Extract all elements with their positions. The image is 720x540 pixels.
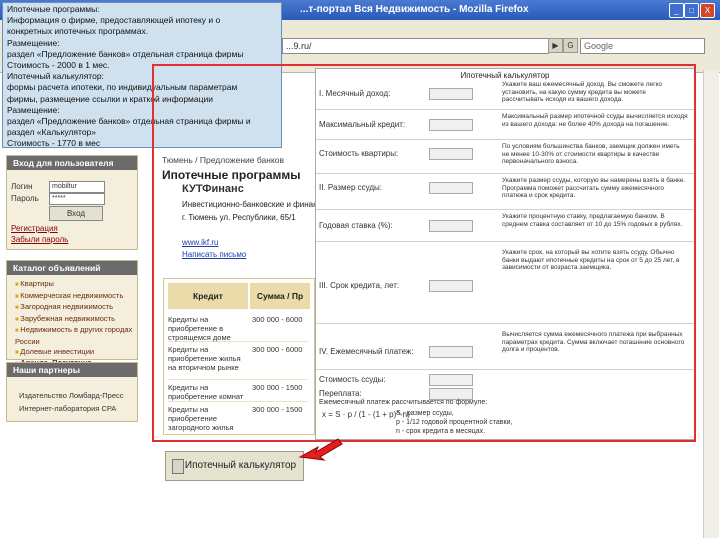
window-title: ...т-портал Вся Недвижимость - Mozilla F… bbox=[300, 4, 529, 15]
login-panel: Вход для пользователя Логин mobiltur Пар… bbox=[6, 155, 138, 250]
password-field[interactable]: ***** bbox=[49, 193, 105, 205]
partner-link[interactable]: Издательство Ломбард-Пресс bbox=[19, 391, 124, 400]
mortgage-calculator-label: Ипотечный калькулятор bbox=[184, 460, 297, 471]
address-bar[interactable]: ...9.ru/ bbox=[282, 38, 549, 54]
catalog-list: Квартиры Коммерческая недвижимость Загор… bbox=[15, 279, 137, 370]
catalog-item[interactable]: Загородная недвижимость bbox=[15, 302, 137, 314]
tooltip-line: Информация о фирме, предоставляющей ипот… bbox=[7, 15, 221, 26]
mortgage-calculator-button[interactable]: Ипотечный калькулятор bbox=[165, 451, 304, 481]
tooltip-line: конкретных ипотечных программах. bbox=[7, 26, 149, 37]
minimize-button[interactable]: _ bbox=[669, 3, 684, 18]
partners-title: Наши партнеры bbox=[7, 363, 137, 377]
close-button[interactable]: X bbox=[700, 3, 715, 18]
search-input[interactable]: Google bbox=[580, 38, 705, 54]
maximize-button[interactable]: □ bbox=[684, 3, 699, 18]
login-button[interactable]: Вход bbox=[49, 206, 103, 221]
partner-link[interactable]: Интернет-лаборатория CPA bbox=[19, 404, 116, 413]
password-label: Пароль bbox=[11, 194, 39, 203]
tooltip-line: Размещение: bbox=[7, 37, 60, 48]
login-panel-title: Вход для пользователя bbox=[7, 156, 137, 170]
catalog-item[interactable]: Зарубежная недвижимость bbox=[15, 314, 137, 326]
partners-panel: Наши партнеры Издательство Ломбард-Пресс… bbox=[6, 362, 138, 422]
tooltip-line: раздел «Предложение банков» отдельная ст… bbox=[7, 48, 244, 59]
google-icon[interactable]: G bbox=[563, 38, 578, 53]
page-scrollbar[interactable] bbox=[703, 70, 719, 538]
tooltip-line: Ипотечные программы: bbox=[7, 4, 100, 14]
catalog-title: Каталог объявлений bbox=[7, 261, 137, 275]
register-link[interactable]: Регистрация bbox=[11, 224, 58, 233]
forgot-password-link[interactable]: Забыли пароль bbox=[11, 235, 68, 244]
red-arrow-icon bbox=[298, 438, 343, 461]
catalog-item[interactable]: Коммерческая недвижимость bbox=[15, 291, 137, 303]
catalog-panel: Каталог объявлений Квартиры Коммерческая… bbox=[6, 260, 138, 367]
highlight-frame bbox=[152, 64, 696, 442]
calculator-icon bbox=[172, 459, 184, 474]
login-field[interactable]: mobiltur bbox=[49, 181, 105, 193]
catalog-item[interactable]: Квартиры bbox=[15, 279, 137, 291]
go-icon[interactable]: ▶ bbox=[548, 38, 563, 53]
login-label: Логин bbox=[11, 182, 33, 191]
catalog-item[interactable]: Недвижимость в других городах России bbox=[15, 325, 137, 346]
catalog-item[interactable]: Долевые инвестиции bbox=[15, 347, 137, 359]
